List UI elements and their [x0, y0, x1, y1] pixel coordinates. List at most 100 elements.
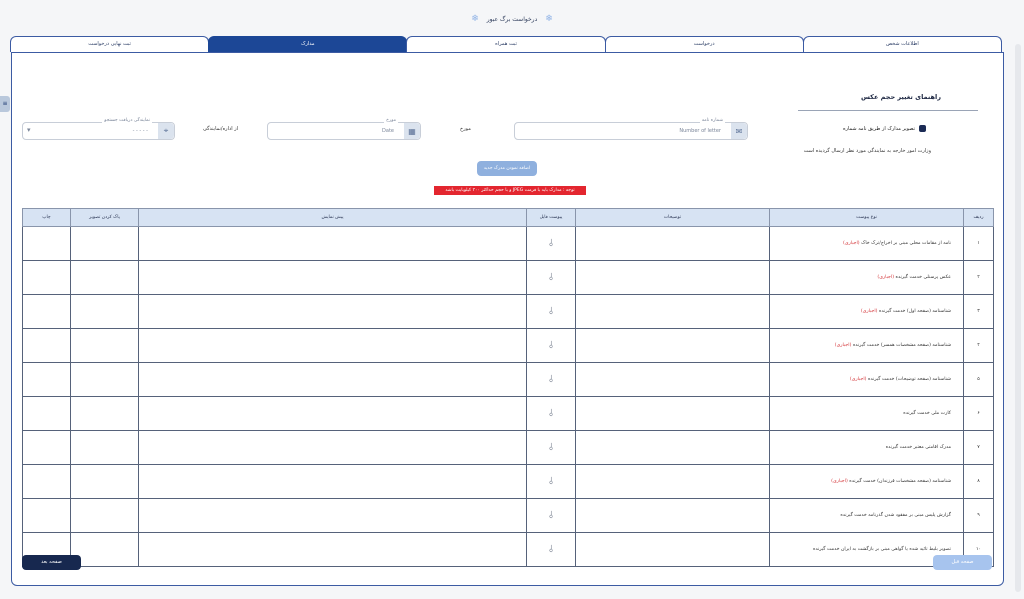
- tab-personal-info[interactable]: اطلاعات شخص: [802, 36, 1002, 52]
- description-cell: [575, 294, 770, 329]
- envelope-icon: ✉: [731, 123, 747, 139]
- delete-image-cell[interactable]: [70, 498, 139, 533]
- delete-image-cell[interactable]: [70, 226, 139, 261]
- attach-file-cell[interactable]: ⫰: [526, 532, 576, 567]
- preview-cell: [138, 294, 527, 329]
- attachment-type-text: شناسنامه (صفحه توضیحات) خدمت گیرنده: [868, 377, 951, 382]
- table-row: ⫰ نامه از مقامات محلی مبنی بر اخراج/ترک خ…: [22, 226, 994, 261]
- attachment-required-tag: (اجباری): [849, 377, 867, 382]
- print-cell[interactable]: [22, 430, 71, 465]
- paperclip-icon[interactable]: ⫰: [549, 476, 553, 487]
- print-cell[interactable]: [22, 362, 71, 397]
- tab-request[interactable]: درخواست: [604, 36, 804, 52]
- col-attach-file: پیوست فایل: [526, 208, 576, 227]
- row-number-cell: ۸: [963, 464, 994, 499]
- ministry-note: وزارت امور خارجه به نمایندگی مورد نظر ار…: [803, 148, 931, 154]
- table-row: ⫰ شناسنامه (صفحه مشخصات فرزندان) خدمت گیر…: [22, 464, 994, 499]
- attach-file-cell[interactable]: ⫰: [526, 430, 576, 465]
- delete-image-cell[interactable]: [70, 328, 139, 363]
- col-description: توضیحات: [575, 208, 770, 227]
- letter-number-label: شماره نامه: [699, 118, 725, 123]
- letter-checkbox-row: تصویر مدارک از طریق نامه شماره: [843, 125, 926, 132]
- attachment-required-tag: (اجباری): [831, 479, 848, 484]
- next-page-button[interactable]: صفحه بعد: [22, 555, 81, 570]
- location-icon: ⌖: [158, 123, 174, 139]
- paperclip-icon[interactable]: ⫰: [549, 238, 553, 249]
- print-cell[interactable]: [22, 260, 71, 295]
- paperclip-icon[interactable]: ⫰: [549, 408, 553, 419]
- attachment-type-cell: نامه از مقامات محلی مبنی بر اخراج/ترک خا…: [769, 226, 964, 261]
- recipient-value: - - - - -: [132, 128, 148, 134]
- row-number-cell: ۵: [963, 362, 994, 397]
- description-cell: [575, 498, 770, 533]
- row-number-cell: ۱: [963, 226, 994, 261]
- row-number-cell: ۳: [963, 294, 994, 329]
- attachment-type-cell: کارت ملی خدمت گیرنده: [769, 396, 964, 431]
- attachment-required-tag: (اجباری): [843, 241, 860, 246]
- table-row: ⫰ تصویر بلیط تائید شده یا گواهی مبنی بر ب…: [22, 532, 994, 567]
- description-cell: [575, 532, 770, 567]
- preview-cell: [138, 328, 527, 363]
- delete-image-cell[interactable]: [70, 430, 139, 465]
- preview-cell: [138, 430, 527, 465]
- paperclip-icon[interactable]: ⫰: [549, 272, 553, 283]
- attachment-required-tag: (اجباری): [877, 275, 895, 280]
- print-cell[interactable]: [22, 464, 71, 499]
- paperclip-icon[interactable]: ⫰: [549, 544, 553, 555]
- paperclip-icon[interactable]: ⫰: [549, 306, 553, 317]
- print-cell[interactable]: [22, 226, 71, 261]
- attach-file-cell[interactable]: ⫰: [526, 226, 576, 261]
- preview-cell: [138, 498, 527, 533]
- letter-number-field[interactable]: شماره نامه Number of letter ✉: [514, 118, 748, 140]
- attachment-type-text: گزارش پلیس مبنی بر مفقود شدن گذرنامه خدم…: [840, 513, 951, 518]
- row-number-cell: ۹: [963, 498, 994, 533]
- attach-file-cell[interactable]: ⫰: [526, 464, 576, 499]
- letter-checkbox[interactable]: [919, 125, 926, 132]
- photo-resize-guide-link[interactable]: راهنمای تغییر حجم عکس: [861, 93, 941, 101]
- description-cell: [575, 226, 770, 261]
- delete-image-cell[interactable]: [70, 464, 139, 499]
- attachment-type-text: عکس پرسنلی خدمت گیرنده: [895, 275, 951, 280]
- attach-file-cell[interactable]: ⫰: [526, 260, 576, 295]
- tab-documents[interactable]: مدارک: [208, 36, 408, 52]
- date-label: مورخ: [384, 118, 398, 123]
- recipient-select[interactable]: نمایندگی دریافت جستجو - - - - - ▾ ⌖: [22, 118, 175, 140]
- tab-companion[interactable]: ثبت همراه: [406, 36, 606, 52]
- side-handle[interactable]: ≡: [0, 96, 10, 112]
- print-cell[interactable]: [22, 328, 71, 363]
- table-row: ⫰ شناسنامه (صفحه اول) خدمت گیرنده (اجباری…: [22, 294, 994, 329]
- print-cell[interactable]: [22, 396, 71, 431]
- attach-file-cell[interactable]: ⫰: [526, 396, 576, 431]
- paperclip-icon[interactable]: ⫰: [549, 510, 553, 521]
- print-cell[interactable]: [22, 294, 71, 329]
- paperclip-icon[interactable]: ⫰: [549, 340, 553, 351]
- add-document-button[interactable]: اضافه نمودن مدرک جدید: [477, 161, 537, 176]
- previous-page-button[interactable]: صفحه قبل: [933, 555, 992, 570]
- description-cell: [575, 362, 770, 397]
- delete-image-cell[interactable]: [70, 260, 139, 295]
- recipient-label: نمایندگی دریافت جستجو: [102, 118, 152, 123]
- attach-file-cell[interactable]: ⫰: [526, 498, 576, 533]
- attach-file-cell[interactable]: ⫰: [526, 328, 576, 363]
- attach-file-cell[interactable]: ⫰: [526, 362, 576, 397]
- delete-image-cell[interactable]: [70, 362, 139, 397]
- scrollbar[interactable]: [1015, 44, 1021, 592]
- attachment-type-cell: شناسنامه (صفحه توضیحات) خدمت گیرنده (اجب…: [769, 362, 964, 397]
- table-row: ⫰ کارت ملی خدمت گیرنده ۶: [22, 396, 994, 431]
- paperclip-icon[interactable]: ⫰: [549, 374, 553, 385]
- delete-image-cell[interactable]: [70, 396, 139, 431]
- attachment-type-cell: شناسنامه (صفحه مشخصات همسر) خدمت گیرنده …: [769, 328, 964, 363]
- attach-file-cell[interactable]: ⫰: [526, 294, 576, 329]
- paperclip-icon[interactable]: ⫰: [549, 442, 553, 453]
- window-title: درخواست برگ عبور: [486, 16, 538, 23]
- print-cell[interactable]: [22, 498, 71, 533]
- row-number-cell: ۴: [963, 328, 994, 363]
- delete-image-cell[interactable]: [70, 294, 139, 329]
- col-delete-image: پاک کردن تصویر: [70, 208, 139, 227]
- description-cell: [575, 396, 770, 431]
- date-placeholder: Date: [382, 128, 394, 134]
- letter-checkbox-label: تصویر مدارک از طریق نامه شماره: [842, 125, 915, 132]
- tab-final-submit[interactable]: ثبت نهایی درخواست: [9, 36, 210, 52]
- calendar-icon: ▦: [404, 123, 420, 139]
- date-field[interactable]: مورخ Date ▦: [267, 118, 421, 140]
